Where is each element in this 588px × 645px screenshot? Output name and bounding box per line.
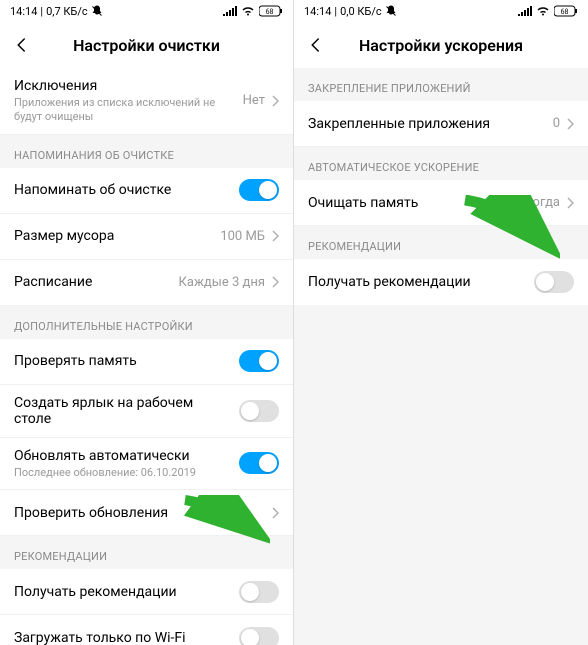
exclusions-label: Исключения: [14, 78, 235, 94]
status-bar: 14:14 | 0,7 КБ/с 68: [0, 0, 293, 22]
right-screen: 14:14 | 0,0 КБ/с 68 Настройки ускорения …: [294, 0, 588, 645]
row-pinned-apps[interactable]: Закрепленные приложения 0: [294, 101, 588, 147]
chevron-right-icon: [566, 196, 574, 210]
page-title: Настройки ускорения: [294, 36, 588, 55]
chevron-right-icon: [566, 117, 574, 131]
mute-icon: [91, 5, 103, 17]
chevron-right-icon: [271, 506, 279, 520]
wifi-icon: [241, 6, 255, 16]
status-time: 14:14: [10, 5, 37, 18]
row-clear-memory[interactable]: Очищать память Никогда: [294, 180, 588, 226]
toggle-get-recs[interactable]: [239, 581, 279, 603]
mute-icon: [385, 5, 397, 17]
section-auto: АВТОМАТИЧЕСКОЕ УСКОРЕНИЕ: [294, 147, 588, 180]
left-screen: 14:14 | 0,7 КБ/с 68 Настройки очистки: [0, 0, 294, 645]
content: Исключения Приложения из списка исключен…: [0, 68, 293, 645]
toggle-remind[interactable]: [239, 179, 279, 201]
chevron-right-icon: [271, 275, 279, 289]
row-shortcut[interactable]: Создать ярлык на рабочем столе: [0, 385, 293, 438]
section-recs: РЕКОМЕНДАЦИИ: [294, 226, 588, 259]
status-speed: 0,7 КБ/с: [46, 5, 88, 18]
section-recs: РЕКОМЕНДАЦИИ: [0, 536, 293, 569]
toggle-autoupdate[interactable]: [239, 452, 279, 474]
row-schedule[interactable]: Расписание Каждые 3 дня: [0, 260, 293, 306]
toggle-wifi-only[interactable]: [239, 627, 279, 645]
wifi-icon: [536, 6, 550, 16]
content: ЗАКРЕПЛЕНИЕ ПРИЛОЖЕНИЙ Закрепленные прил…: [294, 68, 588, 645]
toggle-shortcut[interactable]: [239, 400, 279, 422]
page-title: Настройки очистки: [0, 36, 293, 55]
battery-icon: 68: [554, 5, 578, 17]
section-pinned: ЗАКРЕПЛЕНИЕ ПРИЛОЖЕНИЙ: [294, 68, 588, 101]
svg-text:68: 68: [266, 8, 274, 16]
status-time: 14:14: [304, 5, 331, 18]
row-remind[interactable]: Напоминать об очистке: [0, 168, 293, 214]
chevron-right-icon: [271, 229, 279, 243]
chevron-right-icon: [271, 94, 279, 108]
row-trash-size[interactable]: Размер мусора 100 МБ: [0, 214, 293, 260]
row-exclusions[interactable]: Исключения Приложения из списка исключен…: [0, 68, 293, 135]
toggle-get-recs[interactable]: [534, 271, 574, 293]
row-autoupdate[interactable]: Обновлять автоматически Последнее обновл…: [0, 438, 293, 491]
row-check-memory[interactable]: Проверять память: [0, 339, 293, 385]
status-bar: 14:14 | 0,0 КБ/с 68: [294, 0, 588, 22]
row-get-recs[interactable]: Получать рекомендации: [294, 259, 588, 305]
section-extra: ДОПОЛНИТЕЛЬНЫЕ НАСТРОЙКИ: [0, 306, 293, 339]
header: Настройки ускорения: [294, 22, 588, 68]
signal-icon: [518, 6, 532, 16]
exclusions-sub: Приложения из списка исключений не будут…: [14, 96, 235, 124]
row-wifi-only[interactable]: Загружать только по Wi-Fi: [0, 615, 293, 645]
row-check-updates[interactable]: Проверить обновления: [0, 490, 293, 536]
back-button[interactable]: [10, 33, 34, 57]
svg-text:68: 68: [561, 8, 569, 16]
status-speed: 0,0 КБ/с: [340, 5, 382, 18]
back-button[interactable]: [304, 33, 328, 57]
signal-icon: [223, 6, 237, 16]
exclusions-value: Нет: [243, 93, 265, 108]
section-reminders: НАПОМИНАНИЯ ОБ ОЧИСТКЕ: [0, 135, 293, 168]
toggle-check-memory[interactable]: [239, 350, 279, 372]
row-get-recs[interactable]: Получать рекомендации: [0, 569, 293, 615]
header: Настройки очистки: [0, 22, 293, 68]
battery-icon: 68: [259, 5, 283, 17]
